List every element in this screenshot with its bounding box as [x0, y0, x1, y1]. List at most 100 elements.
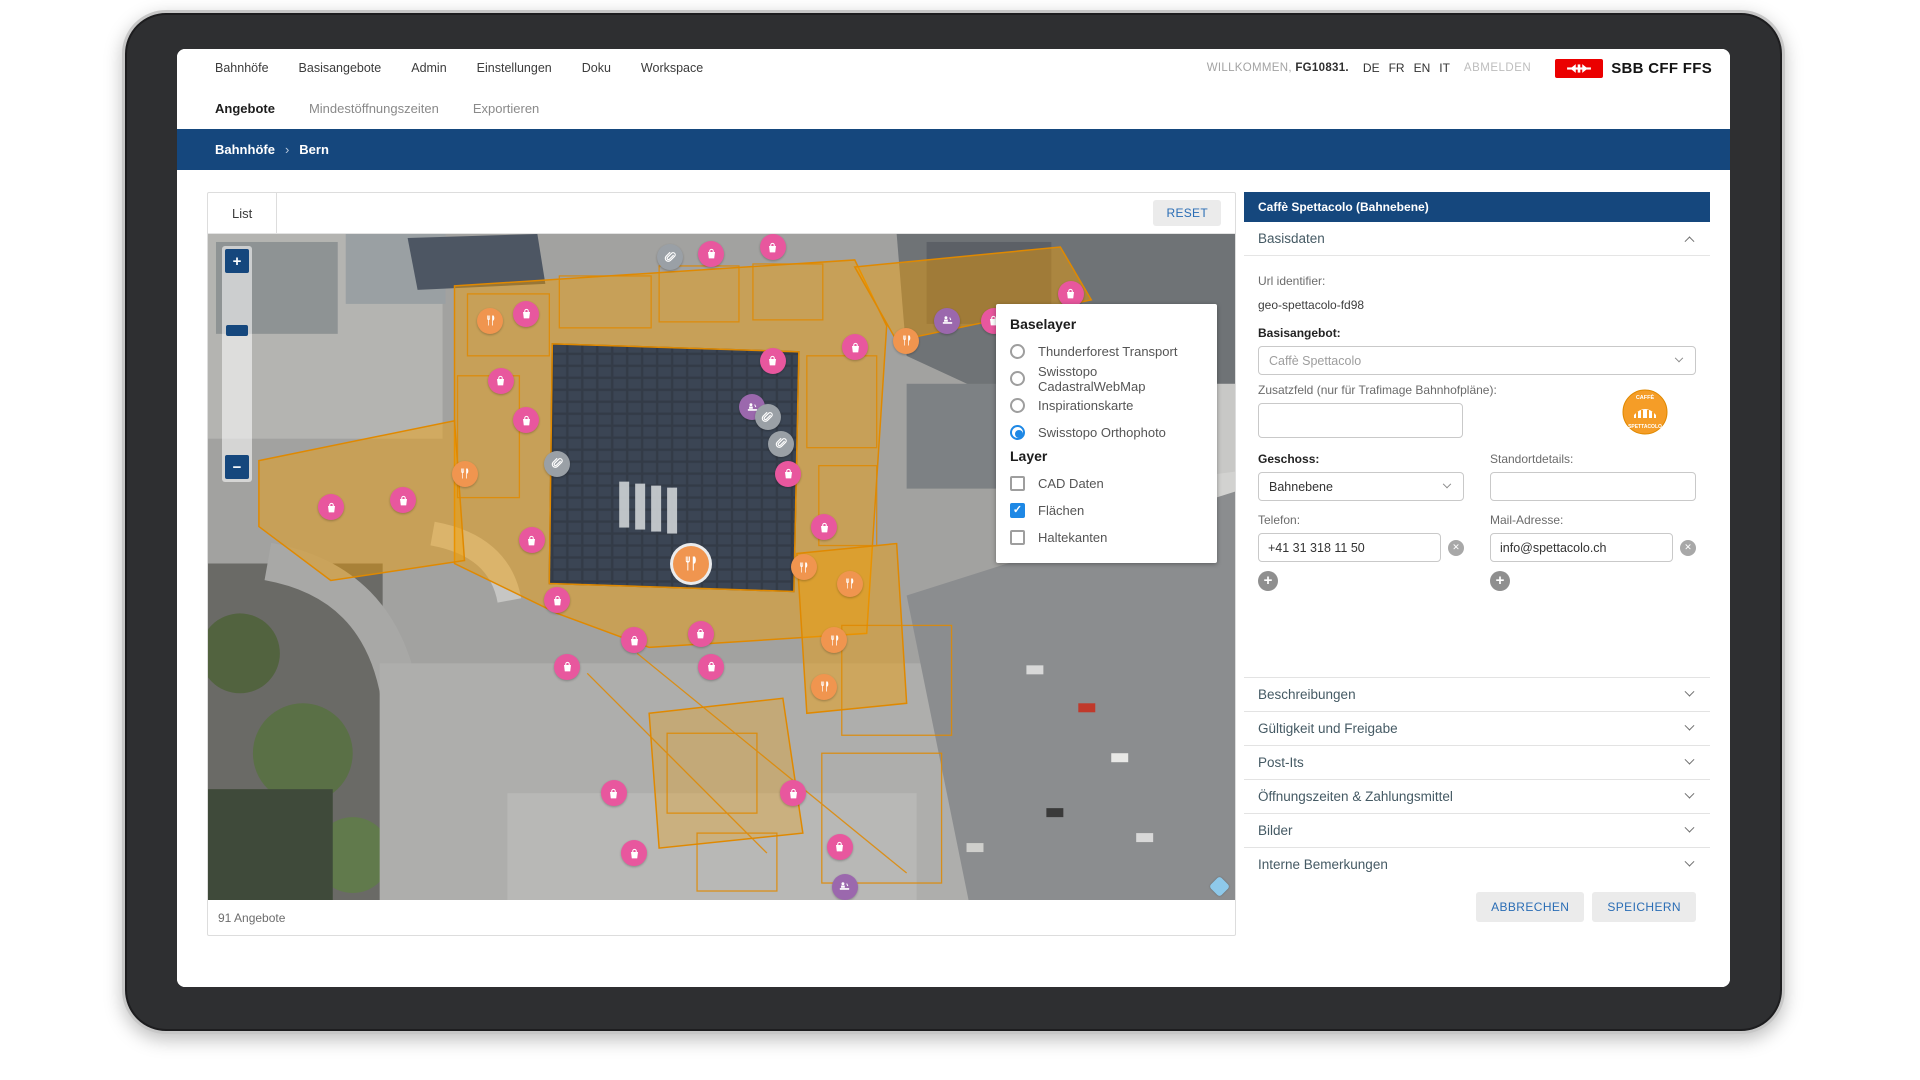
- radio-icon[interactable]: [1010, 344, 1025, 359]
- paperclip-marker[interactable]: [755, 404, 781, 430]
- shopping-bag-marker[interactable]: [621, 627, 647, 653]
- clear-mail-icon[interactable]: [1680, 540, 1696, 556]
- map-canvas[interactable]: + − Baselayer Thunderforest TransportSwi…: [208, 233, 1235, 900]
- shopping-bag-marker[interactable]: [760, 348, 786, 374]
- shopping-bag-marker[interactable]: [390, 487, 416, 513]
- shopping-bag-marker[interactable]: [775, 461, 801, 487]
- logout-link[interactable]: ABMELDEN: [1464, 62, 1531, 74]
- restaurant-marker[interactable]: [791, 554, 817, 580]
- section-gültigkeit-und-freigabe[interactable]: Gültigkeit und Freigabe: [1244, 711, 1710, 745]
- reset-button[interactable]: RESET: [1153, 200, 1221, 226]
- checkbox-icon[interactable]: [1010, 476, 1025, 491]
- nav-item-basisangebote[interactable]: Basisangebote: [299, 61, 382, 75]
- lang-en[interactable]: EN: [1414, 61, 1431, 75]
- section-interne-bemerkungen[interactable]: Interne Bemerkungen: [1244, 847, 1710, 881]
- subnav-item-exportieren[interactable]: Exportieren: [473, 101, 539, 116]
- layer-option-haltekanten[interactable]: Haltekanten: [1010, 524, 1203, 551]
- basisangebot-select[interactable]: Caffè Spettacolo: [1258, 346, 1696, 375]
- section-basisdaten[interactable]: Basisdaten: [1244, 222, 1710, 256]
- shopping-bag-marker[interactable]: [621, 840, 647, 866]
- service-desk-marker[interactable]: [832, 874, 858, 900]
- zusatzfeld-input[interactable]: [1258, 403, 1463, 438]
- zoom-slider-handle[interactable]: [226, 325, 248, 336]
- add-telefon-button[interactable]: [1258, 571, 1278, 591]
- lang-it[interactable]: IT: [1439, 61, 1450, 75]
- restaurant-marker[interactable]: [837, 571, 863, 597]
- lang-de[interactable]: DE: [1363, 61, 1380, 75]
- layer-option-cad-daten[interactable]: CAD Daten: [1010, 470, 1203, 497]
- shopping-bag-marker[interactable]: [513, 407, 539, 433]
- zoom-slider-track[interactable]: [225, 273, 249, 455]
- restaurant-marker[interactable]: [893, 328, 919, 354]
- svg-text:SPETTACOLO: SPETTACOLO: [1628, 424, 1662, 430]
- lang-fr[interactable]: FR: [1389, 61, 1405, 75]
- paperclip-marker[interactable]: [657, 244, 683, 270]
- shopping-bag-marker[interactable]: [554, 654, 580, 680]
- cancel-button[interactable]: ABBRECHEN: [1476, 892, 1584, 922]
- radio-icon[interactable]: [1010, 425, 1025, 440]
- layer-option-flächen[interactable]: Flächen: [1010, 497, 1203, 524]
- shopping-bag-marker[interactable]: [811, 514, 837, 540]
- restaurant-marker[interactable]: [811, 674, 837, 700]
- option-label: Inspirationskarte: [1038, 398, 1133, 413]
- shopping-bag-marker[interactable]: [780, 780, 806, 806]
- zoom-in-button[interactable]: +: [225, 249, 249, 273]
- paperclip-marker[interactable]: [544, 451, 570, 477]
- breadcrumb-bern[interactable]: Bern: [299, 142, 329, 157]
- geschoss-select[interactable]: Bahnebene: [1258, 472, 1464, 501]
- add-mail-button[interactable]: [1490, 571, 1510, 591]
- layer-title: Layer: [1010, 448, 1203, 464]
- shopping-bag-marker[interactable]: [513, 301, 539, 327]
- radio-icon[interactable]: [1010, 371, 1025, 386]
- nav-item-admin[interactable]: Admin: [411, 61, 446, 75]
- baselayer-option-inspirationskarte[interactable]: Inspirationskarte: [1010, 392, 1203, 419]
- section-post-its[interactable]: Post-Its: [1244, 745, 1710, 779]
- nav-item-bahnhöfe[interactable]: Bahnhöfe: [215, 61, 269, 75]
- chevron-up-icon: [1685, 236, 1695, 246]
- nav-item-workspace[interactable]: Workspace: [641, 61, 703, 75]
- basisdaten-form: Url identifier: geo-spettacolo-fd98 Basi…: [1244, 256, 1710, 591]
- radio-icon[interactable]: [1010, 398, 1025, 413]
- shopping-bag-marker[interactable]: [519, 527, 545, 553]
- clear-telefon-icon[interactable]: [1448, 540, 1464, 556]
- restaurant-marker[interactable]: [821, 627, 847, 653]
- list-tab[interactable]: List: [208, 193, 277, 233]
- restaurant-marker[interactable]: [673, 546, 709, 582]
- restaurant-marker[interactable]: [477, 308, 503, 334]
- shopping-bag-marker[interactable]: [318, 494, 344, 520]
- shopping-bag-marker[interactable]: [488, 368, 514, 394]
- save-button[interactable]: SPEICHERN: [1592, 892, 1696, 922]
- chevron-down-icon: [1685, 687, 1695, 697]
- shopping-bag-marker[interactable]: [827, 834, 853, 860]
- baselayer-option-swisstopo-cadastralwebmap[interactable]: Swisstopo CadastralWebMap: [1010, 365, 1203, 392]
- service-desk-marker[interactable]: [934, 308, 960, 334]
- subnav-item-mindestöffnungszeiten[interactable]: Mindestöffnungszeiten: [309, 101, 439, 116]
- shopping-bag-marker[interactable]: [760, 234, 786, 260]
- section-beschreibungen[interactable]: Beschreibungen: [1244, 677, 1710, 711]
- shopping-bag-marker[interactable]: [698, 241, 724, 267]
- telefon-input[interactable]: [1258, 533, 1441, 562]
- shopping-bag-marker[interactable]: [601, 780, 627, 806]
- restaurant-marker[interactable]: [452, 461, 478, 487]
- shopping-bag-marker[interactable]: [688, 621, 714, 647]
- zoom-out-button[interactable]: −: [225, 455, 249, 479]
- option-label: Thunderforest Transport: [1038, 344, 1177, 359]
- mail-input[interactable]: [1490, 533, 1673, 562]
- paperclip-marker[interactable]: [768, 431, 794, 457]
- shopping-bag-marker[interactable]: [698, 654, 724, 680]
- shopping-bag-marker[interactable]: [842, 334, 868, 360]
- subnav-item-angebote[interactable]: Angebote: [215, 101, 275, 116]
- checkbox-icon[interactable]: [1010, 530, 1025, 545]
- section-bilder[interactable]: Bilder: [1244, 813, 1710, 847]
- map-zoom-control: + −: [222, 246, 252, 482]
- nav-item-einstellungen[interactable]: Einstellungen: [477, 61, 552, 75]
- checkbox-icon[interactable]: [1010, 503, 1025, 518]
- baselayer-option-thunderforest-transport[interactable]: Thunderforest Transport: [1010, 338, 1203, 365]
- sbb-logo-icon: [1555, 59, 1603, 78]
- nav-item-doku[interactable]: Doku: [582, 61, 611, 75]
- standortdetails-input[interactable]: [1490, 472, 1696, 501]
- breadcrumb-bahnhöfe[interactable]: Bahnhöfe: [215, 142, 275, 157]
- section-öffnungszeiten-zahlungsmittel[interactable]: Öffnungszeiten & Zahlungsmittel: [1244, 779, 1710, 813]
- baselayer-option-swisstopo-orthophoto[interactable]: Swisstopo Orthophoto: [1010, 419, 1203, 446]
- shopping-bag-marker[interactable]: [544, 587, 570, 613]
